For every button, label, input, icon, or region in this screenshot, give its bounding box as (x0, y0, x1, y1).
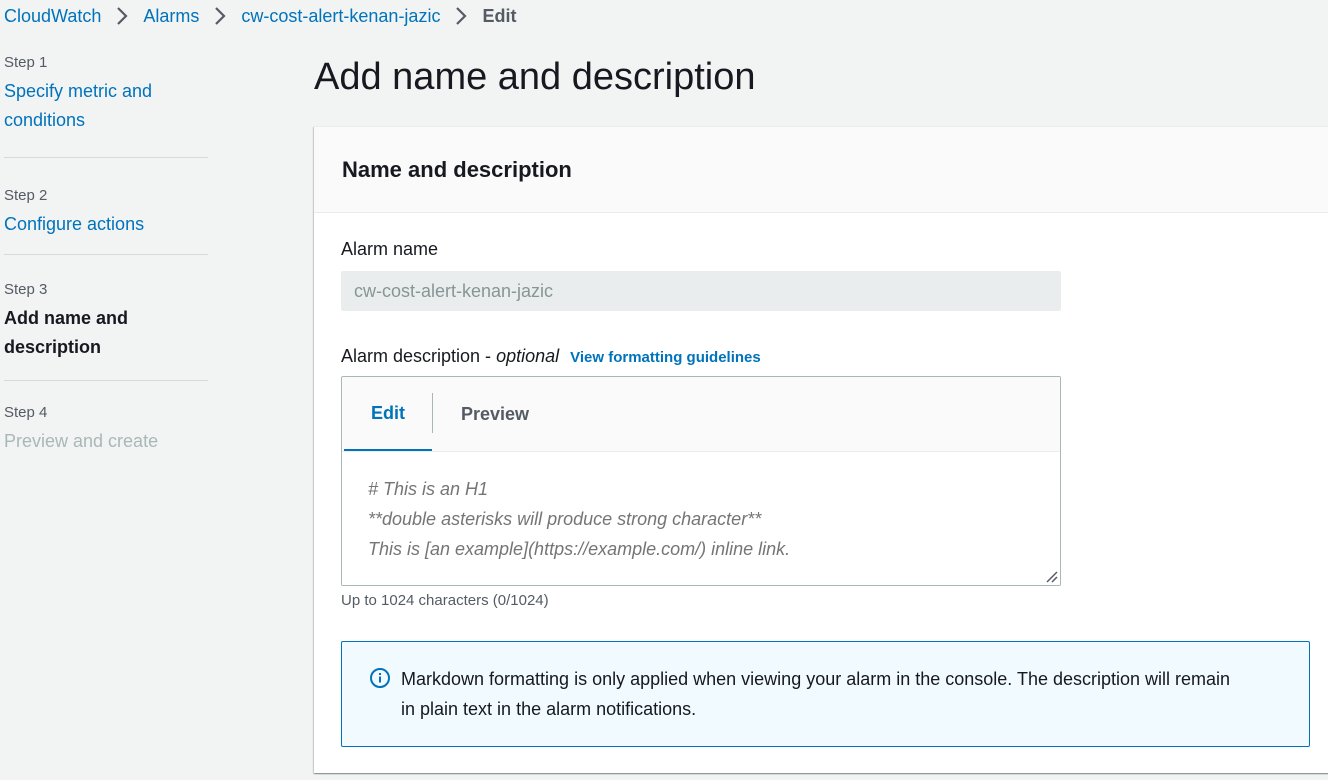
character-count: Up to 1024 characters (0/1024) (341, 592, 549, 609)
step-number: Step 2 (4, 187, 48, 204)
info-circle-icon (369, 667, 391, 689)
step-link-configure-actions[interactable]: Configure actions (4, 210, 208, 239)
page-title: Add name and description (314, 56, 756, 98)
step-2: Step 2 Configure actions (4, 158, 208, 255)
breadcrumb-alarm[interactable]: cw-cost-alert-kenan-jazic (241, 6, 440, 27)
chevron-right-icon (101, 6, 143, 26)
container-header: Name and description (314, 127, 1328, 213)
alarm-description-textarea[interactable] (342, 452, 1060, 585)
step-number: Step 1 (4, 54, 48, 71)
step-current-add-name: Add name and description (4, 308, 129, 357)
chevron-right-icon (199, 6, 241, 26)
step-4: Step 4 Preview and create (4, 381, 208, 456)
alarm-description-label: Alarm description - optional View format… (341, 346, 761, 367)
breadcrumb: CloudWatch Alarms cw-cost-alert-kenan-ja… (4, 4, 516, 28)
wizard-steps: Step 1 Specify metric and conditions Ste… (4, 50, 208, 456)
alarm-name-label: Alarm name (341, 239, 439, 259)
alarm-name-input (341, 271, 1061, 311)
step-disabled-preview: Preview and create (4, 431, 159, 451)
step-number: Step 3 (4, 281, 48, 298)
step-3: Step 3 Add name and description (4, 255, 208, 381)
breadcrumb-cloudwatch[interactable]: CloudWatch (4, 6, 101, 27)
tab-preview[interactable]: Preview (433, 377, 557, 451)
chevron-right-icon (440, 6, 482, 26)
step-1: Step 1 Specify metric and conditions (4, 50, 208, 158)
editor-tabs: Edit Preview (342, 377, 1060, 452)
breadcrumb-current: Edit (482, 5, 517, 26)
step-number: Step 4 (4, 404, 48, 421)
info-alert: Markdown formatting is only applied when… (341, 641, 1310, 747)
tab-edit[interactable]: Edit (344, 377, 432, 451)
name-description-container: Name and description Alarm name Alarm de… (314, 126, 1328, 773)
breadcrumb-alarms[interactable]: Alarms (143, 6, 199, 27)
step-link-specify-metric[interactable]: Specify metric and conditions (4, 77, 208, 135)
formatting-guidelines-link[interactable]: View formatting guidelines (570, 349, 761, 366)
optional-label: optional (496, 346, 560, 366)
resize-handle-icon[interactable] (1044, 569, 1058, 583)
section-title: Name and description (342, 156, 572, 182)
info-alert-text: Markdown formatting is only applied when… (401, 669, 1231, 719)
description-editor: Edit Preview (341, 376, 1061, 586)
alarm-description-label-text: Alarm description - (341, 346, 497, 366)
